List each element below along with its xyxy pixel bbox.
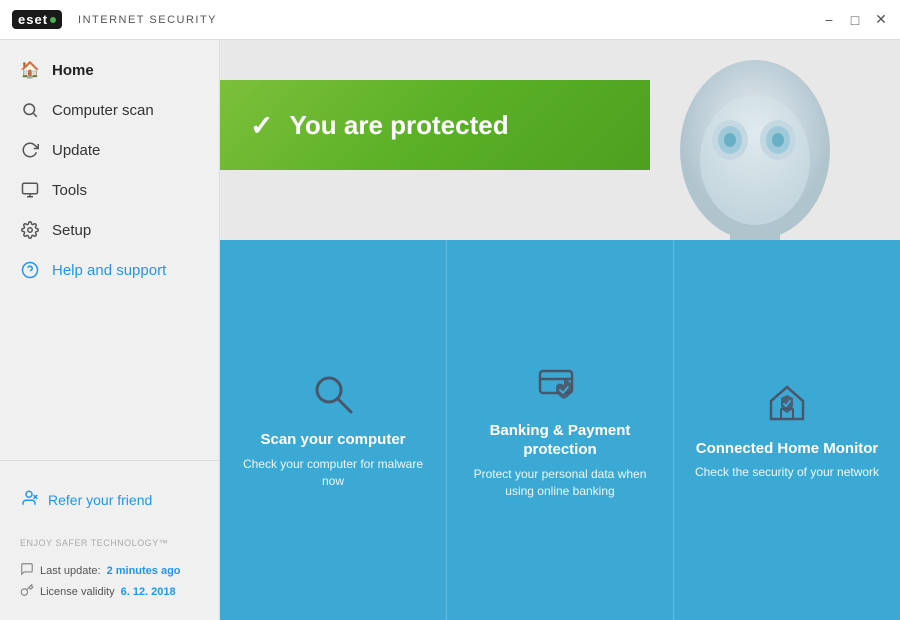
license-row: License validity 6. 12. 2018 (20, 583, 199, 600)
feature-cards-section: Scan your computer Check your computer f… (220, 240, 900, 620)
setup-icon (20, 220, 40, 240)
home-monitor-card[interactable]: Connected Home Monitor Check the securit… (674, 240, 900, 620)
banking-card-title: Banking & Payment protection (467, 421, 653, 460)
titlebar: eset INTERNET SECURITY − □ ✕ (0, 0, 900, 40)
sidebar-label-help: Help and support (52, 262, 166, 279)
last-update-value: 2 minutes ago (107, 565, 181, 577)
refer-friend-button[interactable]: Refer your friend (0, 481, 219, 518)
sidebar-item-update[interactable]: Update (0, 130, 219, 170)
sidebar-label-update: Update (52, 142, 100, 159)
refer-icon (20, 489, 38, 510)
sidebar-label-scan: Computer scan (52, 102, 154, 119)
home-icon: 🏠 (20, 60, 40, 80)
app-logo: eset INTERNET SECURITY (12, 10, 217, 29)
eset-logo-dot (50, 17, 56, 23)
banking-card[interactable]: Banking & Payment protection Protect you… (447, 240, 674, 620)
update-icon (20, 140, 40, 160)
sidebar-item-scan[interactable]: Computer scan (0, 90, 219, 130)
protected-banner: ✓ You are protected (220, 40, 900, 240)
help-icon (20, 260, 40, 280)
sidebar-item-help[interactable]: Help and support (0, 250, 219, 290)
close-button[interactable]: ✕ (872, 11, 890, 29)
sidebar-nav: 🏠 Home Computer scan Update (0, 50, 219, 460)
scan-card-title: Scan your computer (260, 430, 405, 450)
tools-icon (20, 180, 40, 200)
maximize-button[interactable]: □ (846, 11, 864, 29)
enjoy-text: ENJOY SAFER TECHNOLOGY™ (0, 528, 219, 552)
chat-icon (20, 562, 34, 579)
check-icon: ✓ (250, 109, 273, 142)
home-monitor-card-desc: Check the security of your network (695, 464, 879, 481)
scan-card-desc: Check your computer for malware now (240, 456, 426, 490)
app-title: INTERNET SECURITY (78, 14, 217, 26)
key-icon (20, 583, 34, 600)
banking-card-desc: Protect your personal data when using on… (467, 466, 653, 500)
license-value: 6. 12. 2018 (121, 586, 176, 598)
license-label: License validity (40, 586, 115, 598)
card-shield-icon (536, 361, 584, 409)
eset-logo-badge: eset (12, 10, 62, 29)
last-update-label: Last update: (40, 565, 101, 577)
sidebar-label-tools: Tools (52, 182, 87, 199)
scan-icon (20, 100, 40, 120)
sidebar: 🏠 Home Computer scan Update (0, 40, 220, 620)
sidebar-item-setup[interactable]: Setup (0, 210, 219, 250)
sidebar-label-setup: Setup (52, 222, 91, 239)
minimize-button[interactable]: − (820, 11, 838, 29)
protected-text: You are protected (289, 110, 508, 141)
sidebar-item-home[interactable]: 🏠 Home (0, 50, 219, 90)
home-shield-icon (763, 379, 811, 427)
home-monitor-card-title: Connected Home Monitor (696, 439, 879, 459)
footer-info: Last update: 2 minutes ago License valid… (0, 552, 219, 610)
refer-friend-label: Refer your friend (48, 492, 152, 508)
eset-logo-text: eset (18, 12, 48, 27)
protected-status-bar: ✓ You are protected (220, 80, 650, 170)
sidebar-item-tools[interactable]: Tools (0, 170, 219, 210)
sidebar-label-home: Home (52, 62, 94, 79)
last-update-row: Last update: 2 minutes ago (20, 562, 199, 579)
content-area: ✓ You are protected Scan your computer C… (220, 40, 900, 620)
window-controls: − □ ✕ (820, 11, 890, 29)
sidebar-bottom: Refer your friend (0, 460, 219, 528)
main-layout: 🏠 Home Computer scan Update (0, 40, 900, 620)
scan-computer-card[interactable]: Scan your computer Check your computer f… (220, 240, 447, 620)
magnifier-icon (309, 370, 357, 418)
